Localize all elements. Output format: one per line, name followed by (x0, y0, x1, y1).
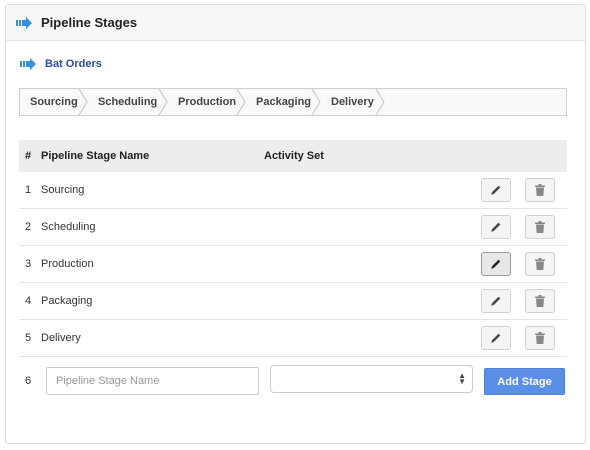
activity-set-select[interactable]: ▲ ▼ (270, 365, 473, 393)
table-header: # Pipeline Stage Name Activity Set (19, 140, 567, 172)
delete-button[interactable] (525, 289, 555, 313)
delete-button[interactable] (525, 326, 555, 350)
edit-button[interactable] (481, 215, 511, 239)
trash-icon (535, 258, 545, 270)
stages-table: # Pipeline Stage Name Activity Set 1 Sou… (19, 140, 567, 357)
breadcrumb-step-label: Sourcing (30, 96, 78, 108)
stage-breadcrumb: Sourcing Scheduling Production Packaging… (19, 88, 567, 116)
pencil-icon (491, 222, 501, 232)
chevron-right-icon (375, 89, 385, 115)
breadcrumb-step[interactable]: Packaging (246, 89, 321, 115)
row-number: 3 (25, 258, 32, 270)
chevron-right-icon (78, 89, 88, 115)
breadcrumb-step[interactable]: Sourcing (20, 89, 88, 115)
breadcrumb-step[interactable]: Production (168, 89, 246, 115)
chevron-right-icon (236, 89, 246, 115)
panel-header: Pipeline Stages (6, 5, 585, 41)
table-row: 3 Production (19, 246, 567, 283)
arrow-right-icon (16, 16, 32, 29)
breadcrumb-step-label: Delivery (331, 96, 374, 108)
breadcrumb-step[interactable]: Scheduling (88, 89, 168, 115)
trash-icon (535, 221, 545, 233)
table-row: 4 Packaging (19, 283, 567, 320)
breadcrumb-step-label: Scheduling (98, 96, 158, 108)
table-row: 1 Sourcing (19, 172, 567, 209)
delete-button[interactable] (525, 215, 555, 239)
row-number: 6 (25, 375, 32, 387)
delete-button[interactable] (525, 252, 555, 276)
row-number: 4 (25, 295, 32, 307)
panel-title: Pipeline Stages (41, 15, 138, 30)
stage-name: Packaging (41, 295, 93, 307)
header-activity-set: Activity Set (264, 150, 324, 162)
chevron-right-icon (158, 89, 168, 115)
row-number: 2 (25, 221, 32, 233)
row-number: 1 (25, 184, 32, 196)
breadcrumb-step-label: Production (178, 96, 237, 108)
chevron-right-icon (311, 89, 321, 115)
table-row: 5 Delivery (19, 320, 567, 357)
breadcrumb-step[interactable]: Delivery (321, 89, 385, 115)
delete-button[interactable] (525, 178, 555, 202)
stage-name: Delivery (41, 332, 81, 344)
pencil-icon (491, 185, 501, 195)
stage-name: Scheduling (41, 221, 96, 233)
stage-name: Sourcing (41, 184, 85, 196)
breadcrumb-step-label: Packaging (256, 96, 312, 108)
add-stage-button[interactable]: Add Stage (484, 368, 565, 395)
arrow-right-icon (20, 58, 36, 70)
edit-button[interactable] (481, 252, 511, 276)
subhead: Bat Orders (20, 58, 102, 70)
pencil-icon (491, 296, 501, 306)
edit-button[interactable] (481, 326, 511, 350)
trash-icon (535, 295, 545, 307)
pipeline-name-link[interactable]: Bat Orders (45, 58, 102, 70)
select-arrows-icon: ▲ ▼ (458, 371, 466, 386)
stage-name: Production (41, 258, 94, 270)
add-stage-row: 6 ▲▼ Add Stage (19, 365, 567, 398)
trash-icon (535, 184, 545, 196)
table-row: 2 Scheduling (19, 209, 567, 246)
row-number: 5 (25, 332, 32, 344)
trash-icon (535, 332, 545, 344)
header-stage-name: Pipeline Stage Name (41, 150, 150, 162)
stage-name-input[interactable] (46, 367, 259, 395)
edit-button[interactable] (481, 289, 511, 313)
pencil-icon (491, 259, 501, 269)
edit-button[interactable] (481, 178, 511, 202)
pencil-icon (491, 333, 501, 343)
header-num: # (25, 150, 32, 162)
